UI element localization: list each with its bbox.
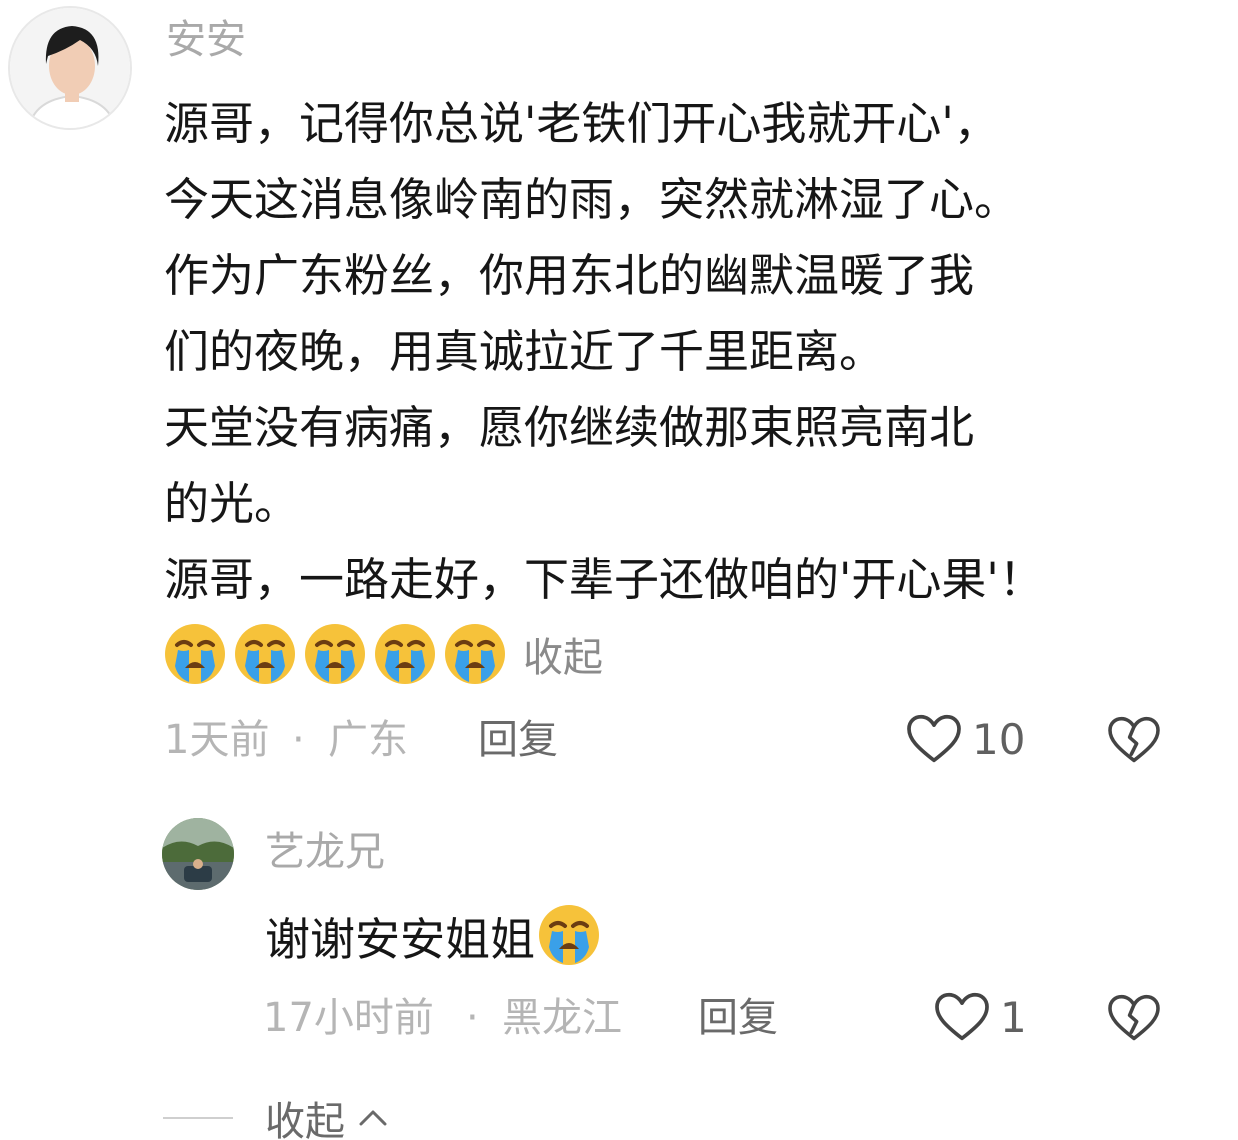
reply-button[interactable]: 回复 bbox=[698, 994, 778, 1042]
comment-text-line: 今天这消息像岭南的雨，突然就淋湿了心。 bbox=[164, 173, 1020, 226]
crying-emoji-icon bbox=[537, 903, 601, 967]
comment-text-line: 源哥，一路走好，下辈子还做咱的'开心果'！ bbox=[164, 553, 1044, 606]
like-heart-icon[interactable] bbox=[906, 714, 962, 764]
comment-location: 广东 bbox=[328, 717, 408, 763]
like-heart-icon[interactable] bbox=[934, 992, 990, 1042]
comment-text-line: 们的夜晚，用真诚拉近了千里距离。 bbox=[164, 325, 885, 378]
divider-line bbox=[163, 1117, 233, 1119]
like-count: 1 bbox=[1000, 993, 1027, 1042]
comment-text-line: 天堂没有病痛，愿你继续做那束照亮南北 bbox=[164, 401, 975, 454]
reply-location: 黑龙江 bbox=[502, 995, 622, 1041]
crying-emoji-icon bbox=[163, 622, 227, 686]
crying-emoji-icon bbox=[443, 622, 507, 686]
chevron-up-icon bbox=[359, 1110, 387, 1126]
dislike-broken-heart-icon[interactable] bbox=[1107, 716, 1161, 764]
emoji-row: 收起 bbox=[163, 622, 603, 686]
reply-text: 谢谢安安姐姐 bbox=[265, 900, 607, 970]
author-name[interactable]: 安安 bbox=[166, 16, 246, 64]
crying-emoji-icon bbox=[373, 622, 437, 686]
meta-separator: · bbox=[292, 717, 305, 763]
author-avatar[interactable] bbox=[8, 6, 132, 130]
reply-text-content: 谢谢安安姐姐 bbox=[265, 912, 536, 966]
comment-time: 1天前 bbox=[164, 717, 270, 763]
like-count: 10 bbox=[972, 715, 1026, 764]
collapse-replies-button[interactable]: 收起 bbox=[163, 1094, 391, 1140]
comment-text-line: 源哥，记得你总说'老铁们开心我就开心'， bbox=[164, 97, 999, 150]
reply-author-name[interactable]: 艺龙兄 bbox=[265, 828, 385, 876]
dislike-broken-heart-icon[interactable] bbox=[1107, 994, 1161, 1042]
comment-text-line: 的光。 bbox=[164, 477, 300, 530]
collapse-replies-label: 收起 bbox=[265, 1099, 345, 1140]
reply-author-avatar[interactable] bbox=[162, 818, 234, 890]
reply-button[interactable]: 回复 bbox=[478, 716, 558, 764]
crying-emoji-icon bbox=[303, 622, 367, 686]
collapse-text-button[interactable]: 收起 bbox=[523, 625, 603, 683]
reply-time: 17小时前 bbox=[263, 995, 434, 1041]
comment-text-line: 作为广东粉丝，你用东北的幽默温暖了我 bbox=[164, 249, 975, 302]
meta-separator: · bbox=[466, 995, 479, 1041]
crying-emoji-icon bbox=[233, 622, 297, 686]
